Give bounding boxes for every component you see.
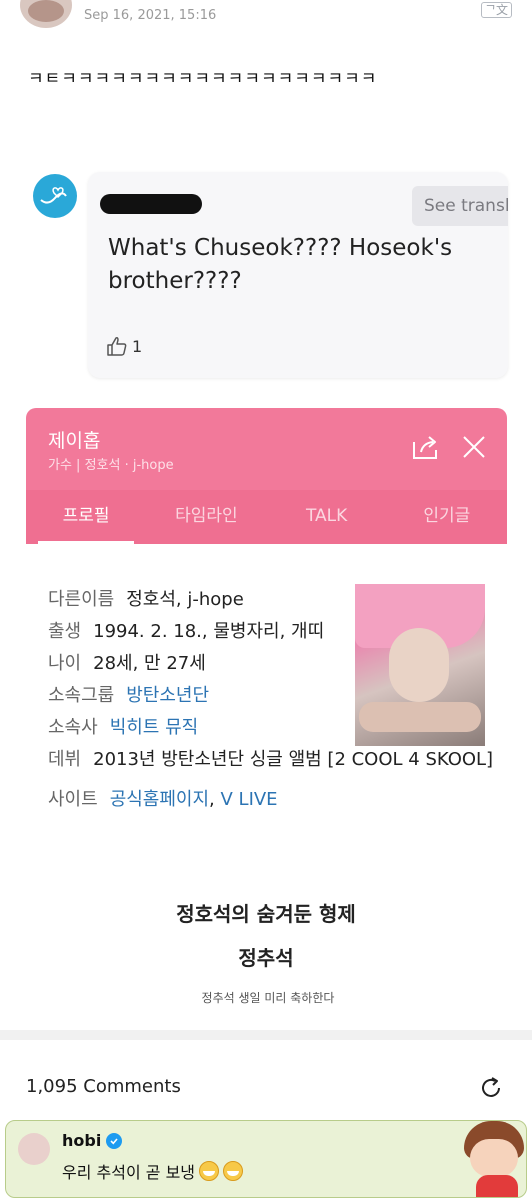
- sticker-face: [470, 1139, 518, 1177]
- grinning-sweat-emoji-icon: [223, 1161, 244, 1181]
- reply-user-label: hobi: [62, 1131, 102, 1150]
- post-text: ㅋㅌㅋㅋㅋㅋㅋㅋㅋㅋㅋㅋㅋㅋㅋㅋㅋㅋㅋㅋㅋ: [28, 69, 378, 89]
- reply-avatar[interactable]: [18, 1133, 50, 1165]
- info-value: 정호석, j-hope: [126, 589, 244, 610]
- info-row-age: 나이 28세, 만 27세: [48, 648, 338, 680]
- info-value: 1994. 2. 18., 물병자리, 개띠: [93, 621, 325, 642]
- close-icon[interactable]: [461, 434, 487, 460]
- info-row-other-name: 다른이름 정호석, j-hope: [48, 584, 338, 616]
- grinning-sweat-emoji-icon: [199, 1161, 220, 1181]
- share-icon[interactable]: [411, 434, 441, 460]
- info-value: 28세, 만 27세: [93, 653, 206, 674]
- like-count: 1: [132, 336, 143, 356]
- info-label: 소속그룹: [48, 685, 115, 706]
- tab-popular[interactable]: 인기글: [387, 490, 507, 544]
- redacted-username: [100, 194, 202, 214]
- post-date: Sep 16, 2021, 15:16: [84, 8, 217, 23]
- thumbs-up-icon: [107, 337, 127, 356]
- agency-link[interactable]: 빅히트 뮤직: [110, 712, 338, 744]
- embedded-comment-text: What's Chuseok???? Hoseok's brother????: [108, 235, 453, 294]
- reply-text-content: 우리 추석이 곧 보냉: [62, 1163, 196, 1182]
- character-sticker: [458, 1121, 526, 1197]
- info-row-group: 소속그룹 방탄소년단: [48, 680, 338, 712]
- profile-tabs: 프로필 타임라인 TALK 인기글: [26, 490, 507, 544]
- info-row-agency: 소속사 빅히트 뮤직: [48, 712, 338, 744]
- info-label: 다른이름: [48, 589, 115, 610]
- tab-timeline[interactable]: 타임라인: [146, 490, 266, 544]
- info-row-debut: 데뷔 2013년 방탄소년단 싱글 앨범 [2 COOL 4 SKOOL]: [48, 744, 510, 776]
- photo-arm: [359, 702, 481, 732]
- comments-count: 1,095 Comments: [26, 1076, 181, 1097]
- group-link[interactable]: 방탄소년단: [126, 680, 338, 712]
- official-site-link[interactable]: 공식홈페이지: [110, 789, 209, 810]
- info-label: 사이트: [48, 789, 98, 810]
- info-label: 출생: [48, 621, 82, 642]
- embedded-comment-card: See transl What's Chuseok???? Hoseok's b…: [88, 172, 508, 378]
- highlighted-reply[interactable]: hobi 우리 추석이 곧 보냉: [5, 1120, 527, 1198]
- see-translation-button[interactable]: See transl: [412, 186, 508, 226]
- commenter-avatar: [33, 174, 77, 218]
- info-label: 데뷔: [48, 749, 82, 770]
- info-label: 소속사: [48, 717, 98, 738]
- hidden-sibling-name: 정추석: [238, 946, 294, 970]
- profile-name: 제이홉: [48, 430, 101, 452]
- info-value: 2013년 방탄소년단 싱글 앨범 [2 COOL 4 SKOOL]: [93, 749, 494, 770]
- reply-username[interactable]: hobi: [62, 1131, 123, 1150]
- info-row-birth: 출생 1994. 2. 18., 물병자리, 개띠: [48, 616, 338, 648]
- profile-info-wide: 데뷔 2013년 방탄소년단 싱글 앨범 [2 COOL 4 SKOOL] 사이…: [48, 744, 510, 816]
- verified-badge-icon: [106, 1132, 123, 1149]
- tab-talk[interactable]: TALK: [267, 490, 387, 544]
- sticker-body: [476, 1175, 518, 1197]
- like-button[interactable]: 1: [106, 336, 142, 356]
- refresh-icon[interactable]: [478, 1075, 504, 1101]
- info-row-site: 사이트 공식홈페이지, V LIVE: [48, 784, 510, 816]
- post-header: Sep 16, 2021, 15:16 ᄀ文: [0, 0, 532, 36]
- photo-face: [389, 628, 449, 702]
- profile-info: 다른이름 정호석, j-hope 출생 1994. 2. 18., 물병자리, …: [48, 584, 338, 744]
- profile-subtitle: 가수 | 정호석 · j-hope: [48, 458, 174, 473]
- info-label: 나이: [48, 653, 82, 674]
- reply-text: 우리 추석이 곧 보냉: [62, 1159, 244, 1183]
- author-avatar[interactable]: [20, 0, 72, 28]
- profile-card-header: 제이홉 가수 | 정호석 · j-hope: [26, 408, 507, 490]
- heart-logo-icon: [40, 187, 67, 204]
- profile-photo[interactable]: [355, 584, 485, 746]
- vlive-link[interactable]: V LIVE: [221, 789, 278, 810]
- hidden-sibling-title: 정호석의 숨겨둔 형제: [176, 902, 356, 926]
- tab-profile[interactable]: 프로필: [26, 490, 146, 544]
- translate-icon[interactable]: ᄀ文: [480, 2, 512, 18]
- birthday-note: 정추석 생일 미리 축하한다: [201, 991, 335, 1005]
- section-divider: [0, 1030, 532, 1040]
